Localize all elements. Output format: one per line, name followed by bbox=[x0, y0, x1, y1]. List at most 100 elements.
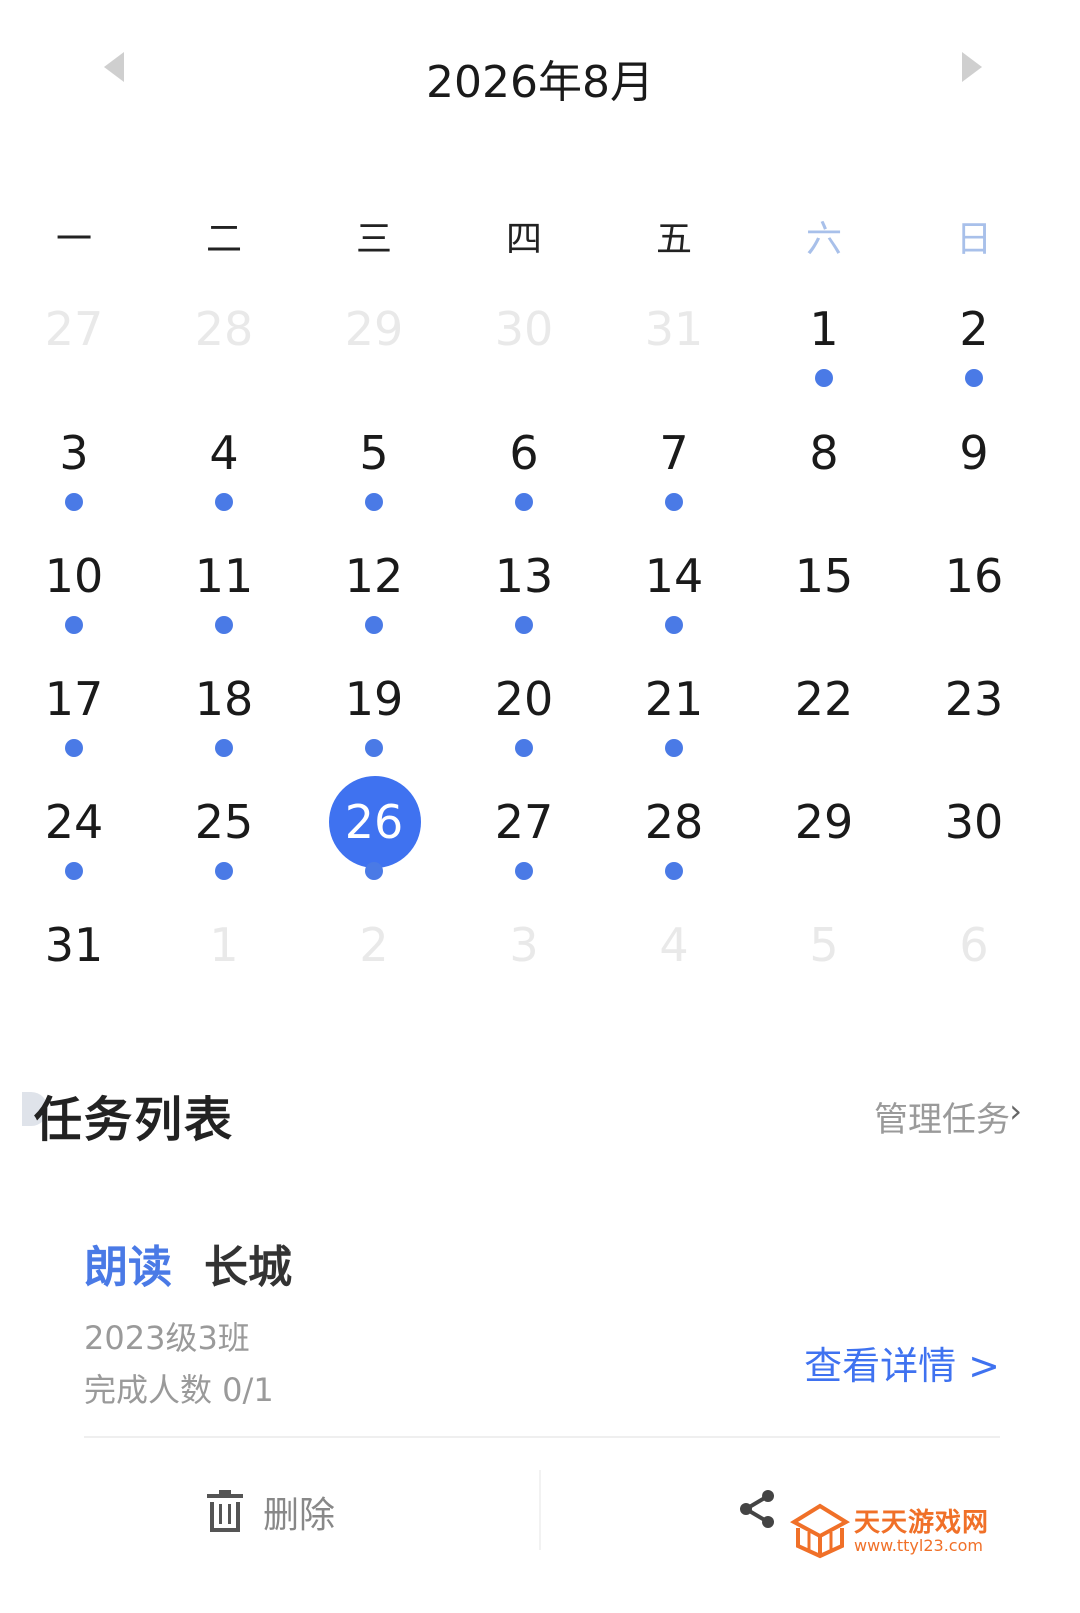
calendar-day[interactable]: 27 bbox=[19, 287, 129, 397]
task-name: 长城 bbox=[204, 1242, 292, 1293]
calendar-day[interactable]: 30 bbox=[469, 287, 579, 397]
task-indicator-dot bbox=[665, 616, 683, 634]
task-indicator-dot bbox=[515, 739, 533, 757]
task-list-title: 任务列表 bbox=[34, 1092, 235, 1148]
watermark: 天天游戏网 www.ttyl23.com bbox=[790, 1500, 1050, 1570]
task-indicator-dot bbox=[365, 616, 383, 634]
day-number: 6 bbox=[959, 918, 989, 972]
calendar-day[interactable]: 1 bbox=[769, 287, 879, 397]
calendar-day[interactable]: 15 bbox=[769, 534, 879, 644]
day-number: 17 bbox=[44, 672, 104, 726]
manage-tasks-link[interactable]: 管理任务 bbox=[874, 1092, 1010, 1141]
day-number: 11 bbox=[194, 549, 254, 603]
task-indicator-dot bbox=[965, 369, 983, 387]
calendar-day[interactable]: 6 bbox=[919, 903, 1029, 1013]
day-number: 14 bbox=[644, 549, 704, 603]
calendar-day[interactable]: 4 bbox=[619, 903, 729, 1013]
day-number: 24 bbox=[44, 795, 104, 849]
calendar-day[interactable]: 18 bbox=[169, 657, 279, 767]
day-number: 1 bbox=[809, 302, 839, 356]
day-number: 30 bbox=[944, 795, 1004, 849]
task-indicator-dot bbox=[215, 616, 233, 634]
day-number: 29 bbox=[344, 302, 404, 356]
calendar-day[interactable]: 30 bbox=[919, 780, 1029, 890]
calendar-day[interactable]: 11 bbox=[169, 534, 279, 644]
calendar-day[interactable]: 9 bbox=[919, 411, 1029, 521]
calendar-day[interactable]: 24 bbox=[19, 780, 129, 890]
calendar-day[interactable]: 31 bbox=[19, 903, 129, 1013]
calendar-day[interactable]: 29 bbox=[319, 287, 429, 397]
day-number: 23 bbox=[944, 672, 1004, 726]
trash-icon bbox=[207, 1490, 243, 1532]
task-card: 朗读 长城 2023级3班 完成人数 0/1 查看详情 > bbox=[84, 1225, 1000, 1445]
day-number: 28 bbox=[644, 795, 704, 849]
task-indicator-dot bbox=[665, 493, 683, 511]
task-indicator-dot bbox=[365, 493, 383, 511]
calendar-day[interactable]: 14 bbox=[619, 534, 729, 644]
calendar-day-selected[interactable]: 26 bbox=[319, 776, 429, 890]
day-number: 27 bbox=[494, 795, 554, 849]
calendar-day[interactable]: 6 bbox=[469, 411, 579, 521]
day-number: 9 bbox=[959, 426, 989, 480]
task-indicator-dot bbox=[65, 739, 83, 757]
calendar-day[interactable]: 5 bbox=[319, 411, 429, 521]
day-number: 22 bbox=[794, 672, 854, 726]
day-number: 20 bbox=[494, 672, 554, 726]
calendar-day[interactable]: 3 bbox=[19, 411, 129, 521]
calendar-day[interactable]: 2 bbox=[319, 903, 429, 1013]
calendar-day[interactable]: 2 bbox=[919, 287, 1029, 397]
calendar-day[interactable]: 19 bbox=[319, 657, 429, 767]
calendar-page: 2026年8月 一二三四五六日 27 28 29 30 31 1 2 3 4 5 6 7 8 9 10 11 1… bbox=[0, 0, 1080, 1613]
delete-button[interactable]: 删除 bbox=[205, 1484, 335, 1540]
calendar-day[interactable]: 21 bbox=[619, 657, 729, 767]
task-indicator-dot bbox=[665, 862, 683, 880]
task-indicator-dot bbox=[365, 862, 383, 880]
action-separator bbox=[539, 1470, 541, 1550]
calendar-day[interactable]: 27 bbox=[469, 780, 579, 890]
calendar-day[interactable]: 31 bbox=[619, 287, 729, 397]
calendar-day[interactable]: 20 bbox=[469, 657, 579, 767]
calendar-day[interactable]: 13 bbox=[469, 534, 579, 644]
task-indicator-dot bbox=[515, 862, 533, 880]
calendar-day[interactable]: 28 bbox=[619, 780, 729, 890]
day-number: 3 bbox=[509, 918, 539, 972]
calendar-day[interactable]: 10 bbox=[19, 534, 129, 644]
calendar-day[interactable]: 17 bbox=[19, 657, 129, 767]
calendar-day[interactable]: 1 bbox=[169, 903, 279, 1013]
day-number: 30 bbox=[494, 302, 554, 356]
task-indicator-dot bbox=[665, 739, 683, 757]
calendar-day[interactable]: 16 bbox=[919, 534, 1029, 644]
day-number: 8 bbox=[809, 426, 839, 480]
day-number: 15 bbox=[794, 549, 854, 603]
task-indicator-dot bbox=[65, 862, 83, 880]
share-icon[interactable] bbox=[738, 1488, 776, 1530]
task-indicator-dot bbox=[65, 616, 83, 634]
task-list-header: 任务列表 管理任务 › bbox=[0, 1080, 1080, 1150]
task-progress: 完成人数 0/1 bbox=[84, 1371, 274, 1409]
day-number: 19 bbox=[344, 672, 404, 726]
calendar-day[interactable]: 28 bbox=[169, 287, 279, 397]
calendar-day[interactable]: 23 bbox=[919, 657, 1029, 767]
day-number: 27 bbox=[44, 302, 104, 356]
divider bbox=[84, 1436, 1000, 1438]
task-class-name: 2023级3班 bbox=[84, 1319, 250, 1357]
task-type-label: 朗读 bbox=[84, 1242, 172, 1293]
calendar-day[interactable]: 7 bbox=[619, 411, 729, 521]
day-number: 25 bbox=[194, 795, 254, 849]
view-details-link[interactable]: 查看详情 > bbox=[804, 1335, 1000, 1390]
calendar-day[interactable]: 5 bbox=[769, 903, 879, 1013]
calendar-day[interactable]: 22 bbox=[769, 657, 879, 767]
calendar-day[interactable]: 4 bbox=[169, 411, 279, 521]
calendar-day[interactable]: 3 bbox=[469, 903, 579, 1013]
watermark-url: www.ttyl23.com bbox=[854, 1536, 983, 1555]
chevron-right-icon[interactable]: › bbox=[1009, 1092, 1022, 1130]
day-number: 10 bbox=[44, 549, 104, 603]
calendar-day[interactable]: 8 bbox=[769, 411, 879, 521]
calendar-day[interactable]: 12 bbox=[319, 534, 429, 644]
calendar-day[interactable]: 25 bbox=[169, 780, 279, 890]
day-number: 26 bbox=[344, 795, 404, 849]
watermark-title: 天天游戏网 bbox=[854, 1508, 990, 1538]
day-number: 2 bbox=[359, 918, 389, 972]
calendar-day[interactable]: 29 bbox=[769, 780, 879, 890]
day-number: 5 bbox=[809, 918, 839, 972]
